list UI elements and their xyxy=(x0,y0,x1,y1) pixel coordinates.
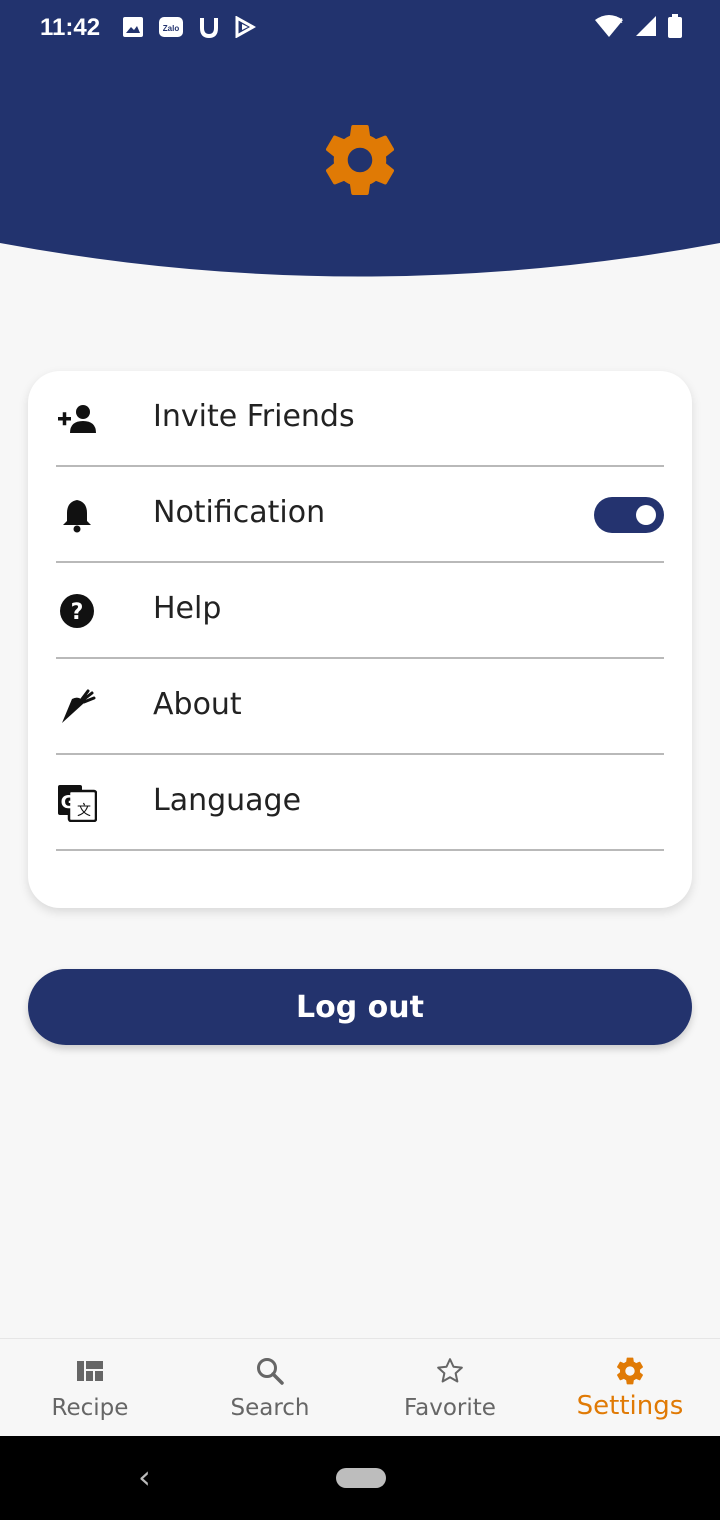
gear-icon xyxy=(325,125,395,195)
settings-item-label: About xyxy=(153,687,242,722)
nav-item-settings[interactable]: Settings xyxy=(540,1339,720,1437)
zalo-icon: Zalo xyxy=(159,17,183,37)
system-nav-bar: ‹ xyxy=(0,1436,720,1520)
settings-item-invite-friends[interactable]: Invite Friends xyxy=(56,371,664,467)
bell-icon xyxy=(56,497,98,533)
battery-icon xyxy=(668,14,682,38)
translate-icon: G 文 xyxy=(56,785,98,822)
add-person-icon xyxy=(56,401,98,437)
status-time: 11:42 xyxy=(40,14,101,41)
carrot-icon xyxy=(56,689,98,725)
toggle-knob xyxy=(636,505,656,525)
settings-item-about[interactable]: About xyxy=(56,659,664,755)
nav-label: Settings xyxy=(576,1391,684,1421)
nav-item-favorite[interactable]: Favorite xyxy=(360,1339,540,1437)
bottom-nav: Recipe Search Favorite Settings xyxy=(0,1338,720,1437)
settings-card: Invite Friends Notification ? Help About… xyxy=(28,371,692,908)
gear-icon xyxy=(612,1355,648,1387)
dashboard-icon xyxy=(72,1355,108,1387)
notification-toggle[interactable] xyxy=(594,497,664,533)
star-icon xyxy=(432,1355,468,1387)
settings-item-label: Help xyxy=(153,591,222,626)
svg-text:文: 文 xyxy=(77,803,91,819)
help-icon: ? xyxy=(56,593,98,629)
settings-item-help[interactable]: ? Help xyxy=(56,563,664,659)
home-pill[interactable] xyxy=(336,1468,386,1488)
play-store-icon xyxy=(235,16,256,38)
nav-item-recipe[interactable]: Recipe xyxy=(0,1339,180,1437)
settings-item-label: Language xyxy=(153,783,302,818)
u-icon xyxy=(200,18,218,38)
settings-item-notification[interactable]: Notification xyxy=(56,467,664,563)
signal-icon xyxy=(636,16,656,36)
svg-text:?: ? xyxy=(71,600,84,625)
wifi-icon: x xyxy=(595,15,623,37)
settings-item-label: Invite Friends xyxy=(153,399,355,434)
settings-item-label: Notification xyxy=(153,495,326,530)
status-bar: 11:42 Zalo x xyxy=(0,0,720,56)
nav-label: Recipe xyxy=(51,1395,129,1421)
svg-text:G: G xyxy=(61,792,76,813)
nav-label: Favorite xyxy=(404,1395,496,1421)
svg-text:Zalo: Zalo xyxy=(163,24,180,33)
nav-label: Search xyxy=(230,1395,310,1421)
logout-button[interactable]: Log out xyxy=(28,969,692,1045)
svg-text:x: x xyxy=(618,15,623,25)
header: 11:42 Zalo x xyxy=(0,0,720,290)
back-icon[interactable]: ‹ xyxy=(138,1458,151,1496)
nav-item-search[interactable]: Search xyxy=(180,1339,360,1437)
image-icon xyxy=(123,17,143,37)
search-icon xyxy=(252,1355,288,1387)
settings-item-language[interactable]: G 文 Language xyxy=(56,755,664,851)
